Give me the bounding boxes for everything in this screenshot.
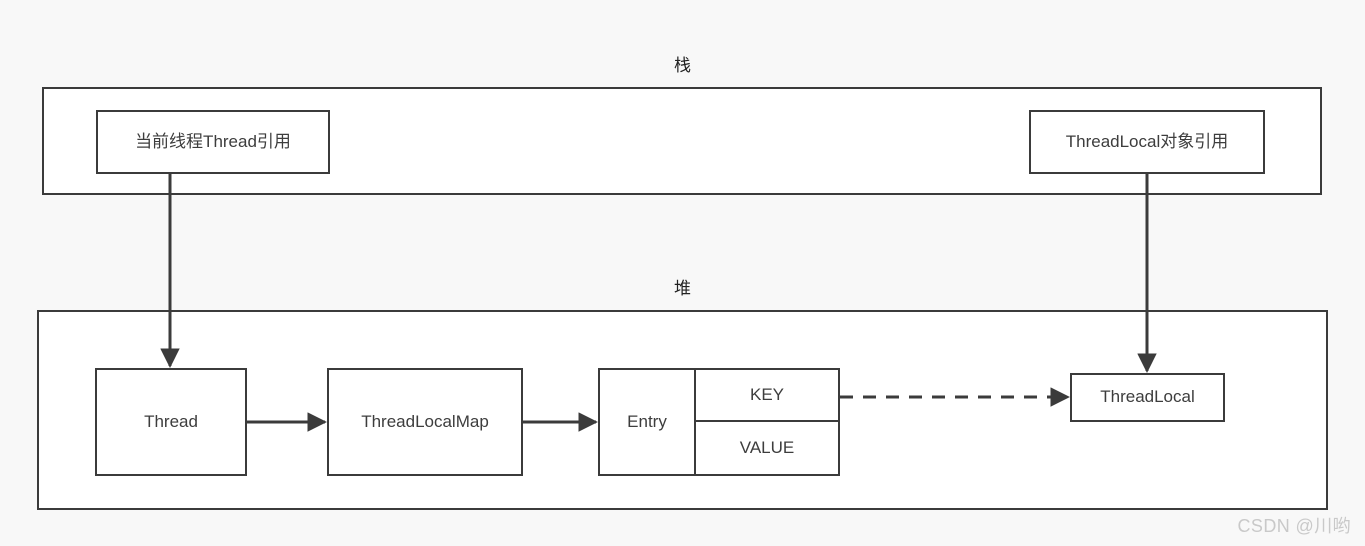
region-label-heap: 堆 xyxy=(674,279,691,298)
node-threadlocal-object-ref-label: ThreadLocal对象引用 xyxy=(1065,131,1229,151)
node-threadlocalmap[interactable]: ThreadLocalMap xyxy=(327,368,523,476)
node-threadlocal-label: ThreadLocal xyxy=(1100,387,1195,407)
watermark: CSDN @川哟 xyxy=(1237,516,1351,536)
region-label-stack: 栈 xyxy=(674,56,691,75)
node-threadlocalmap-label: ThreadLocalMap xyxy=(361,411,489,431)
node-entry-key-cell[interactable]: KEY xyxy=(696,370,838,422)
node-entry-value-label: VALUE xyxy=(739,437,795,457)
node-entry-right-cells: KEY VALUE xyxy=(696,370,838,474)
node-entry-left-cell: Entry xyxy=(600,370,696,474)
node-entry-label: Entry xyxy=(627,411,667,431)
node-entry[interactable]: Entry KEY VALUE xyxy=(598,368,840,476)
node-thread[interactable]: Thread xyxy=(95,368,247,476)
node-thread-label: Thread xyxy=(144,411,198,431)
diagram-canvas: 栈 当前线程Thread引用 ThreadLocal对象引用 堆 Thread … xyxy=(0,0,1365,546)
node-current-thread-ref-label: 当前线程Thread引用 xyxy=(135,131,291,151)
node-threadlocal-object-ref[interactable]: ThreadLocal对象引用 xyxy=(1029,110,1265,174)
node-threadlocal[interactable]: ThreadLocal xyxy=(1070,373,1225,422)
node-current-thread-ref[interactable]: 当前线程Thread引用 xyxy=(96,110,330,174)
node-entry-value-cell[interactable]: VALUE xyxy=(696,422,838,474)
node-entry-key-label: KEY xyxy=(749,384,785,404)
